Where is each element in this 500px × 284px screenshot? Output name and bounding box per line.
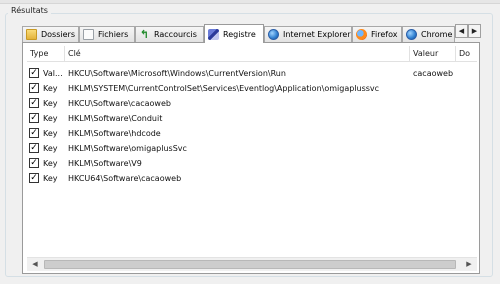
list-item[interactable]: ✓ Key HKCU\Software\cacaoweb bbox=[27, 96, 477, 111]
row-key: HKLM\Software\omigaplusSvc bbox=[68, 144, 187, 153]
tab-fichiers[interactable]: Fichiers bbox=[79, 26, 135, 42]
column-header-type[interactable]: Type bbox=[27, 46, 65, 62]
column-header-value[interactable]: Valeur bbox=[410, 46, 456, 62]
folder-icon bbox=[26, 29, 37, 40]
registry-tab-panel: Type Clé Valeur Do ✓ Val... HKCU\Softwar… bbox=[22, 42, 480, 274]
row-key: HKCU\Software\Microsoft\Windows\CurrentV… bbox=[68, 69, 286, 78]
shortcut-arrow-icon: ↰ bbox=[139, 28, 150, 41]
row-key: HKLM\SYSTEM\CurrentControlSet\Services\E… bbox=[68, 84, 380, 93]
row-checkbox[interactable]: ✓ bbox=[29, 98, 39, 108]
row-type: Val... bbox=[43, 69, 63, 78]
registry-list: Type Clé Valeur Do ✓ Val... HKCU\Softwar… bbox=[27, 46, 477, 271]
list-header: Type Clé Valeur Do bbox=[27, 46, 477, 62]
row-type: Key bbox=[43, 114, 58, 123]
tab-label: Firefox bbox=[371, 30, 398, 39]
row-checkbox[interactable]: ✓ bbox=[29, 68, 39, 78]
tab-raccourcis[interactable]: ↰ Raccourcis bbox=[135, 26, 204, 42]
row-checkbox[interactable]: ✓ bbox=[29, 143, 39, 153]
tab-chrome[interactable]: Chrome bbox=[402, 26, 455, 42]
list-item[interactable]: ✓ Key HKLM\SYSTEM\CurrentControlSet\Serv… bbox=[27, 81, 477, 96]
registry-icon bbox=[208, 28, 219, 40]
tab-scroll-left-button[interactable]: ◀ bbox=[455, 24, 468, 38]
row-checkbox[interactable]: ✓ bbox=[29, 83, 39, 93]
tab-label: Internet Explorer bbox=[283, 30, 351, 39]
row-value bbox=[413, 171, 456, 186]
column-header-key[interactable]: Clé bbox=[65, 46, 410, 62]
results-group-title: Résultats bbox=[8, 6, 51, 15]
row-value bbox=[413, 111, 456, 126]
tab-scroll-right-button[interactable]: ▶ bbox=[468, 24, 481, 38]
tab-scroll-buttons: ◀ ▶ bbox=[455, 24, 481, 38]
chrome-icon bbox=[406, 29, 417, 40]
scroll-left-arrow-icon[interactable]: ◀ bbox=[27, 258, 43, 271]
internet-explorer-icon bbox=[268, 29, 279, 40]
list-item[interactable]: ✓ Key HKLM\Software\V9 bbox=[27, 156, 477, 171]
row-value bbox=[413, 96, 456, 111]
tab-label: Raccourcis bbox=[154, 30, 197, 39]
row-key: HKLM\Software\V9 bbox=[68, 159, 142, 168]
row-key: HKCU\Software\cacaoweb bbox=[68, 99, 171, 108]
tab-dossiers[interactable]: Dossiers bbox=[22, 26, 79, 42]
tab-strip: Dossiers Fichiers ↰ Raccourcis Registre … bbox=[22, 24, 480, 43]
row-value bbox=[413, 126, 456, 141]
firefox-icon bbox=[356, 29, 367, 40]
list-item[interactable]: ✓ Key HKLM\Software\Conduit bbox=[27, 111, 477, 126]
row-checkbox[interactable]: ✓ bbox=[29, 158, 39, 168]
row-type: Key bbox=[43, 84, 58, 93]
horizontal-scrollbar[interactable]: ◀ ▶ bbox=[27, 257, 477, 271]
row-type: Key bbox=[43, 99, 58, 108]
row-key: HKLM\Software\Conduit bbox=[68, 114, 163, 123]
list-item[interactable]: ✓ Val... HKCU\Software\Microsoft\Windows… bbox=[27, 66, 477, 81]
row-value bbox=[413, 81, 456, 96]
tab-internet-explorer[interactable]: Internet Explorer bbox=[264, 26, 352, 42]
row-checkbox[interactable]: ✓ bbox=[29, 173, 39, 183]
row-type: Key bbox=[43, 159, 58, 168]
column-header-data[interactable]: Do bbox=[456, 46, 477, 62]
list-item[interactable]: ✓ Key HKLM\Software\omigaplusSvc bbox=[27, 141, 477, 156]
tab-label: Registre bbox=[223, 29, 256, 39]
row-key: HKLM\Software\hdcode bbox=[68, 129, 161, 138]
tab-registre[interactable]: Registre bbox=[204, 24, 264, 43]
list-item[interactable]: ✓ Key HKCU64\Software\cacaoweb bbox=[27, 171, 477, 186]
tab-label: Dossiers bbox=[41, 30, 75, 39]
row-type: Key bbox=[43, 144, 58, 153]
row-checkbox[interactable]: ✓ bbox=[29, 128, 39, 138]
scroll-right-arrow-icon[interactable]: ▶ bbox=[461, 258, 477, 271]
row-value: cacaoweb bbox=[413, 69, 454, 78]
tab-label: Chrome bbox=[421, 30, 453, 39]
file-icon bbox=[83, 29, 94, 40]
tab-firefox[interactable]: Firefox bbox=[352, 26, 402, 42]
row-checkbox[interactable]: ✓ bbox=[29, 113, 39, 123]
row-type: Key bbox=[43, 174, 58, 183]
row-key: HKCU64\Software\cacaoweb bbox=[68, 174, 182, 183]
row-value bbox=[413, 141, 456, 156]
list-item[interactable]: ✓ Key HKLM\Software\hdcode bbox=[27, 126, 477, 141]
tab-label: Fichiers bbox=[98, 30, 129, 39]
row-type: Key bbox=[43, 129, 58, 138]
row-value bbox=[413, 156, 456, 171]
scrollbar-thumb[interactable] bbox=[44, 260, 456, 269]
top-edge bbox=[0, 0, 500, 4]
